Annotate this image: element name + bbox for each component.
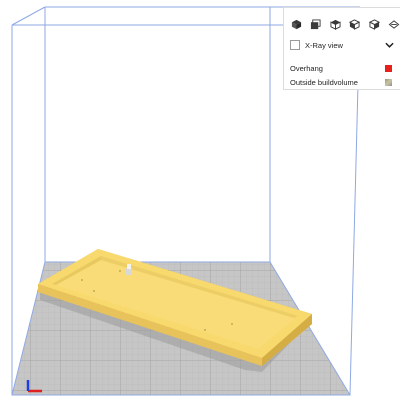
camera-view-buttons (288, 16, 400, 32)
cube-left-icon (349, 18, 360, 30)
eye-layers-icon (388, 19, 399, 29)
3d-viewport[interactable]: X-Ray view Overhang Outside buildvolume (0, 0, 400, 400)
camera-top-view-button[interactable] (327, 16, 343, 32)
camera-front-view-button[interactable] (308, 16, 324, 32)
cube-top-icon (329, 19, 341, 30)
xray-view-checkbox[interactable] (290, 40, 300, 50)
xray-view-label: X-Ray view (305, 40, 343, 50)
legend-item-outside-buildvolume: Outside buildvolume (290, 76, 392, 88)
legend-item-overhang: Overhang (290, 62, 392, 74)
camera-3d-view-button[interactable] (288, 16, 304, 32)
xray-view-row[interactable]: X-Ray view (290, 38, 395, 52)
camera-left-view-button[interactable] (347, 16, 363, 32)
overhang-color-swatch (385, 64, 392, 72)
chevron-down-icon[interactable] (383, 39, 395, 51)
view-type-button[interactable] (386, 16, 400, 32)
view-options-panel: X-Ray view Overhang Outside buildvolume (283, 7, 400, 90)
legend-label-overhang: Overhang (290, 63, 323, 73)
outside-buildvolume-color-swatch (385, 78, 392, 86)
cube-front-icon (310, 18, 321, 29)
cube-3d-icon (291, 19, 301, 29)
camera-right-view-button[interactable] (366, 16, 382, 32)
legend-label-outside-buildvolume: Outside buildvolume (290, 77, 358, 87)
cube-right-icon (368, 18, 380, 30)
